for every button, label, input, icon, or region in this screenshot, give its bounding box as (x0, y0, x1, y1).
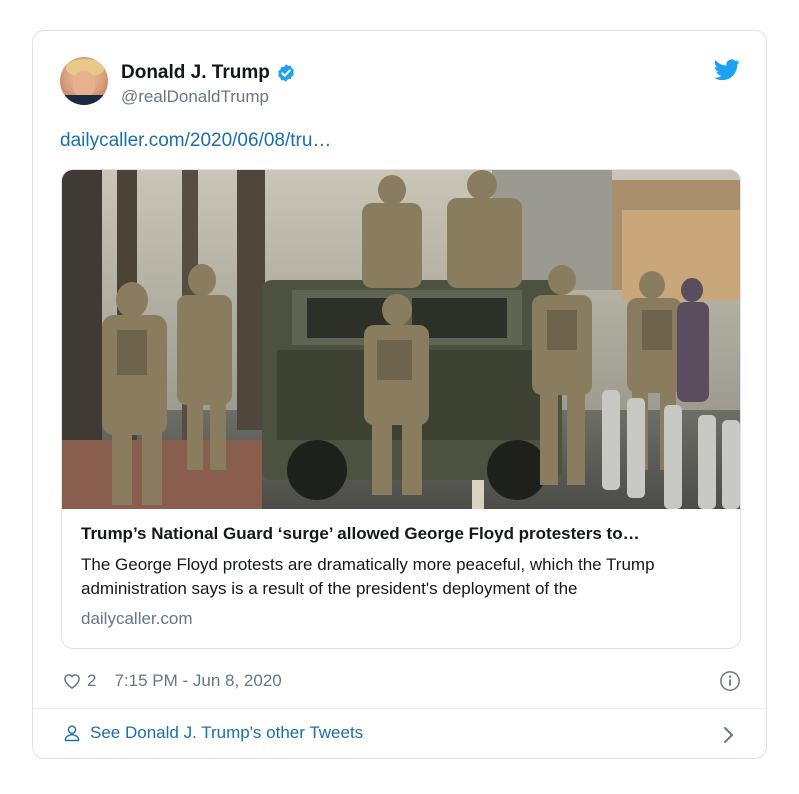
tweet-meta: 2 7:15 PM - Jun 8, 2020 (62, 671, 282, 691)
author-name[interactable]: Donald J. Trump (121, 62, 270, 84)
see-other-tweets-label[interactable]: See Donald J. Trump's other Tweets (90, 723, 363, 743)
author-name-row[interactable]: Donald J. Trump (121, 62, 296, 84)
person-icon (64, 725, 80, 742)
tweet-link[interactable]: dailycaller.com/2020/06/08/tru… (60, 130, 331, 152)
divider (33, 708, 766, 709)
like-count[interactable]: 2 (87, 671, 96, 691)
info-icon[interactable] (719, 670, 741, 692)
link-preview-card[interactable]: Trump’s National Guard ‘surge’ allowed G… (61, 169, 741, 649)
verified-badge-icon (277, 64, 294, 82)
link-card-title[interactable]: Trump’s National Guard ‘surge’ allowed G… (81, 524, 721, 544)
author-handle[interactable]: @realDonaldTrump (121, 87, 269, 107)
author-avatar[interactable] (60, 57, 108, 105)
see-other-tweets-link[interactable]: See Donald J. Trump's other Tweets (62, 723, 363, 743)
embedded-tweet: Donald J. Trump @realDonaldTrump dailyca… (32, 30, 767, 759)
link-card-domain: dailycaller.com (81, 609, 193, 628)
twitter-bird-icon[interactable] (714, 59, 740, 81)
article-photo (62, 170, 740, 509)
heart-icon[interactable] (62, 671, 82, 691)
link-card-description: The George Floyd protests are dramatical… (81, 555, 655, 598)
tweet-timestamp[interactable]: 7:15 PM - Jun 8, 2020 (114, 671, 281, 691)
chevron-right-icon[interactable] (722, 725, 736, 745)
